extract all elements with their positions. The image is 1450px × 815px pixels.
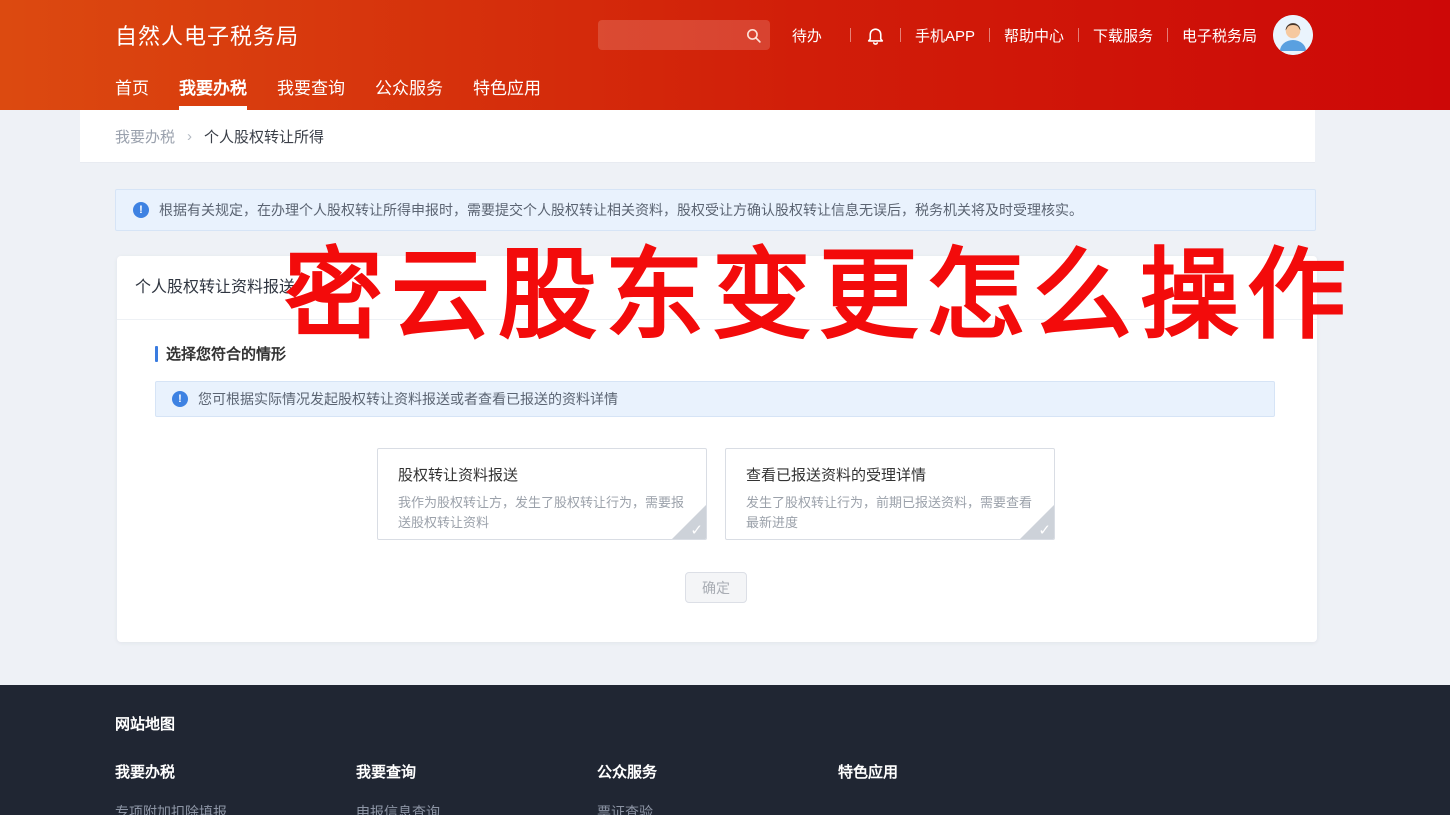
footer-link-special-deduction[interactable]: 专项附加扣除填报 [115,802,356,815]
bell-icon[interactable] [865,25,886,46]
todo-link[interactable]: 待办 [792,25,822,46]
nav-item-featured-apps[interactable]: 特色应用 [473,70,541,110]
search-box[interactable] [598,20,770,50]
sitemap-title: 网站地图 [115,713,1450,734]
footer-col-title: 我要查询 [356,761,597,782]
check-icon: ✓ [690,523,703,538]
footer-col-title: 特色应用 [838,761,1079,782]
option-card-view-progress[interactable]: 查看已报送资料的受理详情 发生了股权转让行为，前期已报送资料，需要查看最新进度 … [725,448,1055,540]
confirm-button[interactable]: 确定 [685,572,747,603]
breadcrumb: 我要办税 › 个人股权转让所得 [80,110,1315,163]
site-footer: 网站地图 我要办税 专项附加扣除填报 我要查询 申报信息查询 公众服务 票证查验… [0,685,1450,815]
option-title: 股权转让资料报送 [398,464,686,485]
search-input[interactable] [608,28,745,43]
breadcrumb-parent[interactable]: 我要办税 [115,126,175,147]
nav-item-public-service[interactable]: 公众服务 [375,70,443,110]
panel-title: 个人股权转让资料报送 [117,256,1317,320]
section-title: 选择您符合的情形 [155,345,1277,362]
header-divider [900,28,901,42]
help-center-link[interactable]: 帮助中心 [1004,25,1064,46]
notice-banner: ! 根据有关规定，在办理个人股权转让所得申报时，需要提交个人股权转让相关资料，股… [115,189,1316,231]
info-icon: ! [172,391,188,407]
footer-col-tax-handling: 我要办税 专项附加扣除填报 [115,761,356,815]
options-row: 股权转让资料报送 我作为股权转让方，发生了股权转让行为，需要报送股权转让资料 ✓… [155,448,1277,540]
option-description: 我作为股权转让方，发生了股权转让行为，需要报送股权转让资料 [398,493,686,533]
info-icon: ! [133,202,149,218]
etax-bureau-link[interactable]: 电子税务局 [1182,25,1257,46]
breadcrumb-current: 个人股权转让所得 [204,126,324,147]
section-accent-bar [155,346,158,362]
header-divider [1167,28,1168,42]
header-divider [1078,28,1079,42]
stock-transfer-panel: 个人股权转让资料报送 选择您符合的情形 ! 您可根据实际情况发起股权转让资料报送… [117,256,1317,642]
header-divider [850,28,851,42]
nav-item-inquiry[interactable]: 我要查询 [277,70,345,110]
chevron-right-icon: › [187,128,192,145]
main-nav: 首页 我要办税 我要查询 公众服务 特色应用 [0,70,1450,110]
option-title: 查看已报送资料的受理详情 [746,464,1034,485]
mobile-app-link[interactable]: 手机APP [915,25,975,46]
nav-item-home[interactable]: 首页 [115,70,149,110]
hint-text: 您可根据实际情况发起股权转让资料报送或者查看已报送的资料详情 [198,389,618,409]
notice-text: 根据有关规定，在办理个人股权转让所得申报时，需要提交个人股权转让相关资料，股权受… [159,200,1083,220]
footer-col-inquiry: 我要查询 申报信息查询 [356,761,597,815]
footer-col-title: 我要办税 [115,761,356,782]
footer-col-title: 公众服务 [597,761,838,782]
option-description: 发生了股权转让行为，前期已报送资料，需要查看最新进度 [746,493,1034,533]
check-icon: ✓ [1038,523,1051,538]
footer-link-declaration-query[interactable]: 申报信息查询 [356,802,597,815]
search-icon[interactable] [745,27,762,44]
section-title-text: 选择您符合的情形 [166,343,286,364]
site-header: 自然人电子税务局 待办 手机APP 帮助中心 下载服务 电子税务局 [0,0,1450,110]
brand-title: 自然人电子税务局 [115,19,299,51]
main-area: ! 根据有关规定，在办理个人股权转让所得申报时，需要提交个人股权转让相关资料，股… [0,163,1450,685]
download-service-link[interactable]: 下载服务 [1093,25,1153,46]
option-card-submit-materials[interactable]: 股权转让资料报送 我作为股权转让方，发生了股权转让行为，需要报送股权转让资料 ✓ [377,448,707,540]
footer-col-featured-apps: 特色应用 [838,761,1079,815]
footer-link-ticket-verification[interactable]: 票证查验 [597,802,838,815]
footer-col-public-service: 公众服务 票证查验 [597,761,838,815]
nav-item-tax-handling[interactable]: 我要办税 [179,70,247,110]
header-divider [989,28,990,42]
user-avatar[interactable] [1273,15,1313,55]
hint-banner: ! 您可根据实际情况发起股权转让资料报送或者查看已报送的资料详情 [155,381,1275,417]
header-top-row: 自然人电子税务局 待办 手机APP 帮助中心 下载服务 电子税务局 [0,0,1450,70]
